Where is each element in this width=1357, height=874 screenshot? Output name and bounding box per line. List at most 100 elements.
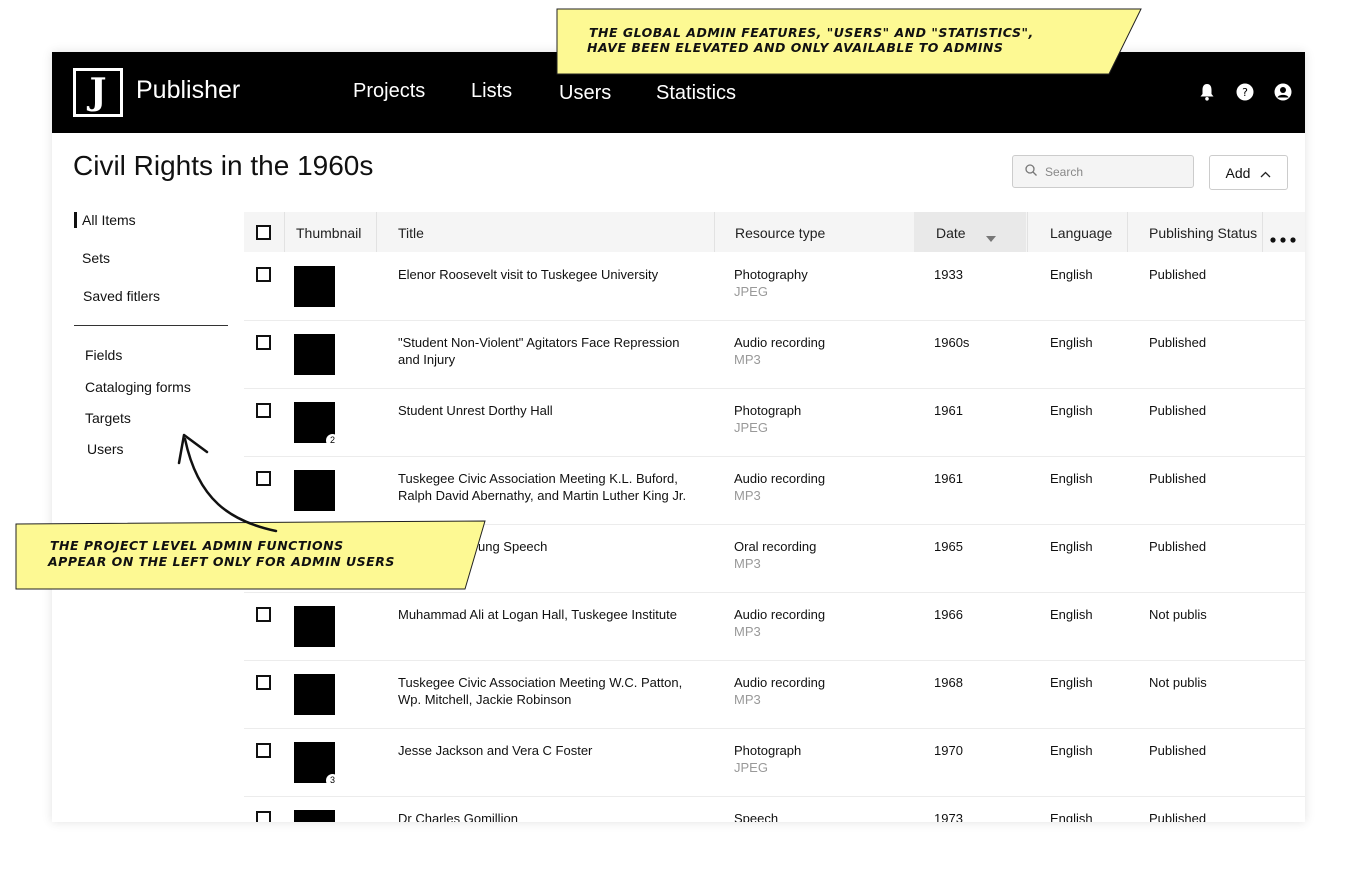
table-row[interactable]: Muhammad Ali at Logan Hall, Tuskegee Ins… xyxy=(244,592,1305,661)
row-checkbox[interactable] xyxy=(256,403,271,418)
resource-type: Oral recording xyxy=(734,539,817,554)
file-format: MP3 xyxy=(734,624,761,639)
table-row[interactable]: 2 Student Unrest Dorthy Hall Photograph J… xyxy=(244,388,1305,457)
row-title[interactable]: Muhammad Ali at Logan Hall, Tuskegee Ins… xyxy=(398,606,698,623)
table-row[interactable]: Tuskegee Civic Association Meeting K.L. … xyxy=(244,456,1305,525)
row-title[interactable]: Jesse Jackson and Vera C Foster xyxy=(398,742,698,759)
row-status: Published xyxy=(1149,811,1207,822)
sidebar-item-fields[interactable]: Fields xyxy=(85,347,122,363)
row-date: 1965 xyxy=(934,539,963,554)
add-button[interactable]: Add xyxy=(1209,155,1288,190)
column-language[interactable]: Language xyxy=(1050,225,1112,241)
logo-mark: J xyxy=(76,71,120,114)
row-date: 1961 xyxy=(934,403,963,418)
bell-icon[interactable] xyxy=(1197,82,1217,102)
row-checkbox[interactable] xyxy=(256,743,271,758)
table-row[interactable]: Elenor Roosevelt visit to Tuskegee Unive… xyxy=(244,252,1305,321)
file-format: JPEG xyxy=(734,420,768,435)
row-checkbox[interactable] xyxy=(256,811,271,822)
sidebar-item-all-items[interactable]: All Items xyxy=(74,212,136,228)
row-status: Published xyxy=(1149,267,1207,282)
date-sort-highlight xyxy=(914,212,1026,252)
user-icon[interactable] xyxy=(1273,82,1293,102)
row-status: Published xyxy=(1149,539,1207,554)
row-checkbox[interactable] xyxy=(256,607,271,622)
row-status: Published xyxy=(1149,335,1207,350)
row-language: English xyxy=(1050,471,1093,486)
table-header: Thumbnail Title Resource type Date Langu… xyxy=(244,212,1305,252)
page-title: Civil Rights in the 1960s xyxy=(73,150,374,181)
nav-users[interactable]: Users xyxy=(559,82,611,105)
resource-type: Audio recording xyxy=(734,675,826,690)
row-resource-type: Audio recording MP3 xyxy=(734,470,825,504)
row-title[interactable]: Student Unrest Dorthy Hall xyxy=(398,402,698,419)
nav-statistics[interactable]: Statistics xyxy=(656,82,736,105)
column-divider xyxy=(1262,212,1263,252)
sort-down-icon[interactable] xyxy=(986,229,996,247)
row-status: Published xyxy=(1149,403,1207,418)
search-box[interactable] xyxy=(1012,155,1194,188)
row-language: English xyxy=(1050,403,1093,418)
resource-type: Audio recording xyxy=(734,335,826,350)
table-row[interactable]: Tuskegee Civic Association Meeting W.C. … xyxy=(244,660,1305,729)
thumbnail-image[interactable]: 2 xyxy=(294,402,339,447)
thumbnail-image[interactable]: 3 xyxy=(294,742,339,787)
sidebar-item-sets[interactable]: Sets xyxy=(82,250,110,266)
row-title[interactable]: Tuskegee Civic Association Meeting K.L. … xyxy=(398,470,698,504)
table-row[interactable]: 3 Jesse Jackson and Vera C Foster Photog… xyxy=(244,728,1305,797)
thumbnail-image[interactable] xyxy=(294,674,335,715)
thumbnail-image[interactable] xyxy=(294,606,335,647)
column-date[interactable]: Date xyxy=(936,225,966,241)
row-language: English xyxy=(1050,811,1093,822)
row-resource-type: Audio recording MP3 xyxy=(734,334,825,368)
resource-type: Speech xyxy=(734,811,779,822)
callout-text-line: THE PROJECT LEVEL ADMIN FUNCTIONS xyxy=(50,538,344,553)
column-divider xyxy=(1127,212,1128,252)
row-status: Published xyxy=(1149,743,1207,758)
row-title[interactable]: Elenor Roosevelt visit to Tuskegee Unive… xyxy=(398,266,698,283)
column-thumbnail[interactable]: Thumbnail xyxy=(296,225,361,241)
thumbnail-image[interactable] xyxy=(294,334,335,375)
column-publishing-status[interactable]: Publishing Status xyxy=(1149,225,1257,241)
row-resource-type: Oral recording MP3 xyxy=(734,538,816,572)
column-title[interactable]: Title xyxy=(398,225,424,241)
logo[interactable]: J xyxy=(73,68,123,117)
search-input[interactable] xyxy=(1043,163,1177,180)
row-language: English xyxy=(1050,335,1093,350)
column-divider xyxy=(284,212,285,252)
row-checkbox[interactable] xyxy=(256,675,271,690)
help-icon[interactable]: ? xyxy=(1235,82,1255,102)
file-format: MP3 xyxy=(734,352,761,367)
sidebar-item-users[interactable]: Users xyxy=(87,441,124,457)
more-options-icon[interactable] xyxy=(1269,230,1299,248)
nav-projects[interactable]: Projects xyxy=(353,80,425,103)
row-date: 1966 xyxy=(934,607,963,622)
row-title[interactable]: ung Speech xyxy=(478,538,698,555)
row-title[interactable]: Dr Charles Gomillion xyxy=(398,810,698,822)
table-row[interactable]: Dr Charles Gomillion Speech 1973 English… xyxy=(244,796,1305,822)
row-resource-type: Speech xyxy=(734,810,778,822)
nav-lists[interactable]: Lists xyxy=(471,80,512,103)
resource-type: Audio recording xyxy=(734,471,826,486)
row-date: 1968 xyxy=(934,675,963,690)
sidebar-item-saved-filters[interactable]: Saved fitlers xyxy=(83,288,160,304)
row-language: English xyxy=(1050,607,1093,622)
thumbnail-image[interactable] xyxy=(294,266,335,307)
row-language: English xyxy=(1050,675,1093,690)
thumbnail-image[interactable] xyxy=(294,810,335,822)
table-row[interactable]: "Student Non-Violent" Agitators Face Rep… xyxy=(244,320,1305,389)
row-title[interactable]: Tuskegee Civic Association Meeting W.C. … xyxy=(398,674,698,708)
select-all-checkbox[interactable] xyxy=(256,225,271,240)
column-resource-type[interactable]: Resource type xyxy=(735,225,825,241)
row-checkbox[interactable] xyxy=(256,267,271,282)
file-format: JPEG xyxy=(734,284,768,299)
row-resource-type: Photography JPEG xyxy=(734,266,808,300)
sidebar-item-cataloging-forms[interactable]: Cataloging forms xyxy=(85,379,191,395)
row-title[interactable]: "Student Non-Violent" Agitators Face Rep… xyxy=(398,334,698,368)
resource-type: Photography xyxy=(734,267,808,282)
thumbnail-image[interactable] xyxy=(294,470,335,511)
sidebar-item-targets[interactable]: Targets xyxy=(85,410,131,426)
row-language: English xyxy=(1050,743,1093,758)
row-date: 1933 xyxy=(934,267,963,282)
row-checkbox[interactable] xyxy=(256,335,271,350)
